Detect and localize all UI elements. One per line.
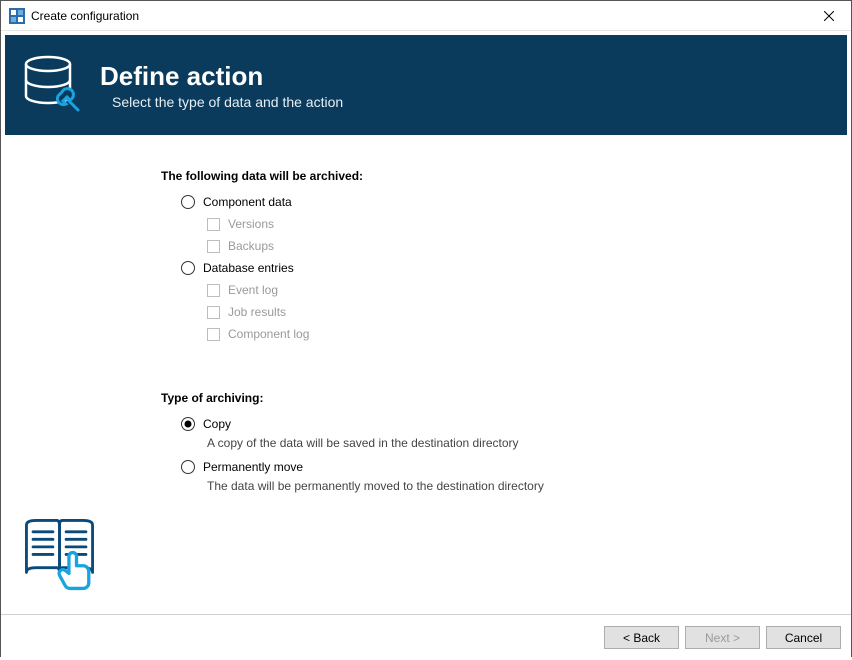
header-banner: Define action Select the type of data an… xyxy=(5,35,847,135)
desc-copy: A copy of the data will be saved in the … xyxy=(207,436,831,450)
checkbox-label: Component log xyxy=(228,327,309,341)
checkbox-label: Job results xyxy=(228,305,286,319)
radio-icon xyxy=(181,261,195,275)
section-archive-type-title: Type of archiving: xyxy=(161,391,831,405)
page-subtitle: Select the type of data and the action xyxy=(112,94,343,110)
section-archive-data-title: The following data will be archived: xyxy=(161,169,831,183)
page-title: Define action xyxy=(100,61,343,92)
radio-component-data[interactable]: Component data xyxy=(181,195,831,209)
radio-copy[interactable]: Copy xyxy=(181,417,831,431)
app-icon xyxy=(9,8,25,24)
checkbox-component-log[interactable]: Component log xyxy=(207,327,831,341)
desc-move: The data will be permanently moved to th… xyxy=(207,479,831,493)
radio-database-entries[interactable]: Database entries xyxy=(181,261,831,275)
radio-permanently-move[interactable]: Permanently move xyxy=(181,460,831,474)
content-area: The following data will be archived: Com… xyxy=(1,139,851,614)
radio-icon xyxy=(181,460,195,474)
window-title: Create configuration xyxy=(31,9,806,23)
checkbox-event-log[interactable]: Event log xyxy=(207,283,831,297)
checkbox-label: Versions xyxy=(228,217,274,231)
next-button[interactable]: Next > xyxy=(685,626,760,649)
book-hand-icon xyxy=(17,511,102,596)
checkbox-icon xyxy=(207,328,220,341)
checkbox-icon xyxy=(207,284,220,297)
radio-label: Copy xyxy=(203,417,231,431)
back-button[interactable]: < Back xyxy=(604,626,679,649)
radio-icon xyxy=(181,417,195,431)
checkbox-job-results[interactable]: Job results xyxy=(207,305,831,319)
checkbox-label: Backups xyxy=(228,239,274,253)
radio-label: Component data xyxy=(203,195,292,209)
checkbox-icon xyxy=(207,306,220,319)
checkbox-versions[interactable]: Versions xyxy=(207,217,831,231)
footer-buttons: < Back Next > Cancel xyxy=(1,614,851,660)
radio-label: Database entries xyxy=(203,261,294,275)
title-bar: Create configuration xyxy=(1,1,851,31)
radio-label: Permanently move xyxy=(203,460,303,474)
database-wrench-icon xyxy=(15,50,90,120)
checkbox-icon xyxy=(207,218,220,231)
radio-icon xyxy=(181,195,195,209)
cancel-button[interactable]: Cancel xyxy=(766,626,841,649)
checkbox-icon xyxy=(207,240,220,253)
close-button[interactable] xyxy=(806,1,851,31)
checkbox-backups[interactable]: Backups xyxy=(207,239,831,253)
checkbox-label: Event log xyxy=(228,283,278,297)
